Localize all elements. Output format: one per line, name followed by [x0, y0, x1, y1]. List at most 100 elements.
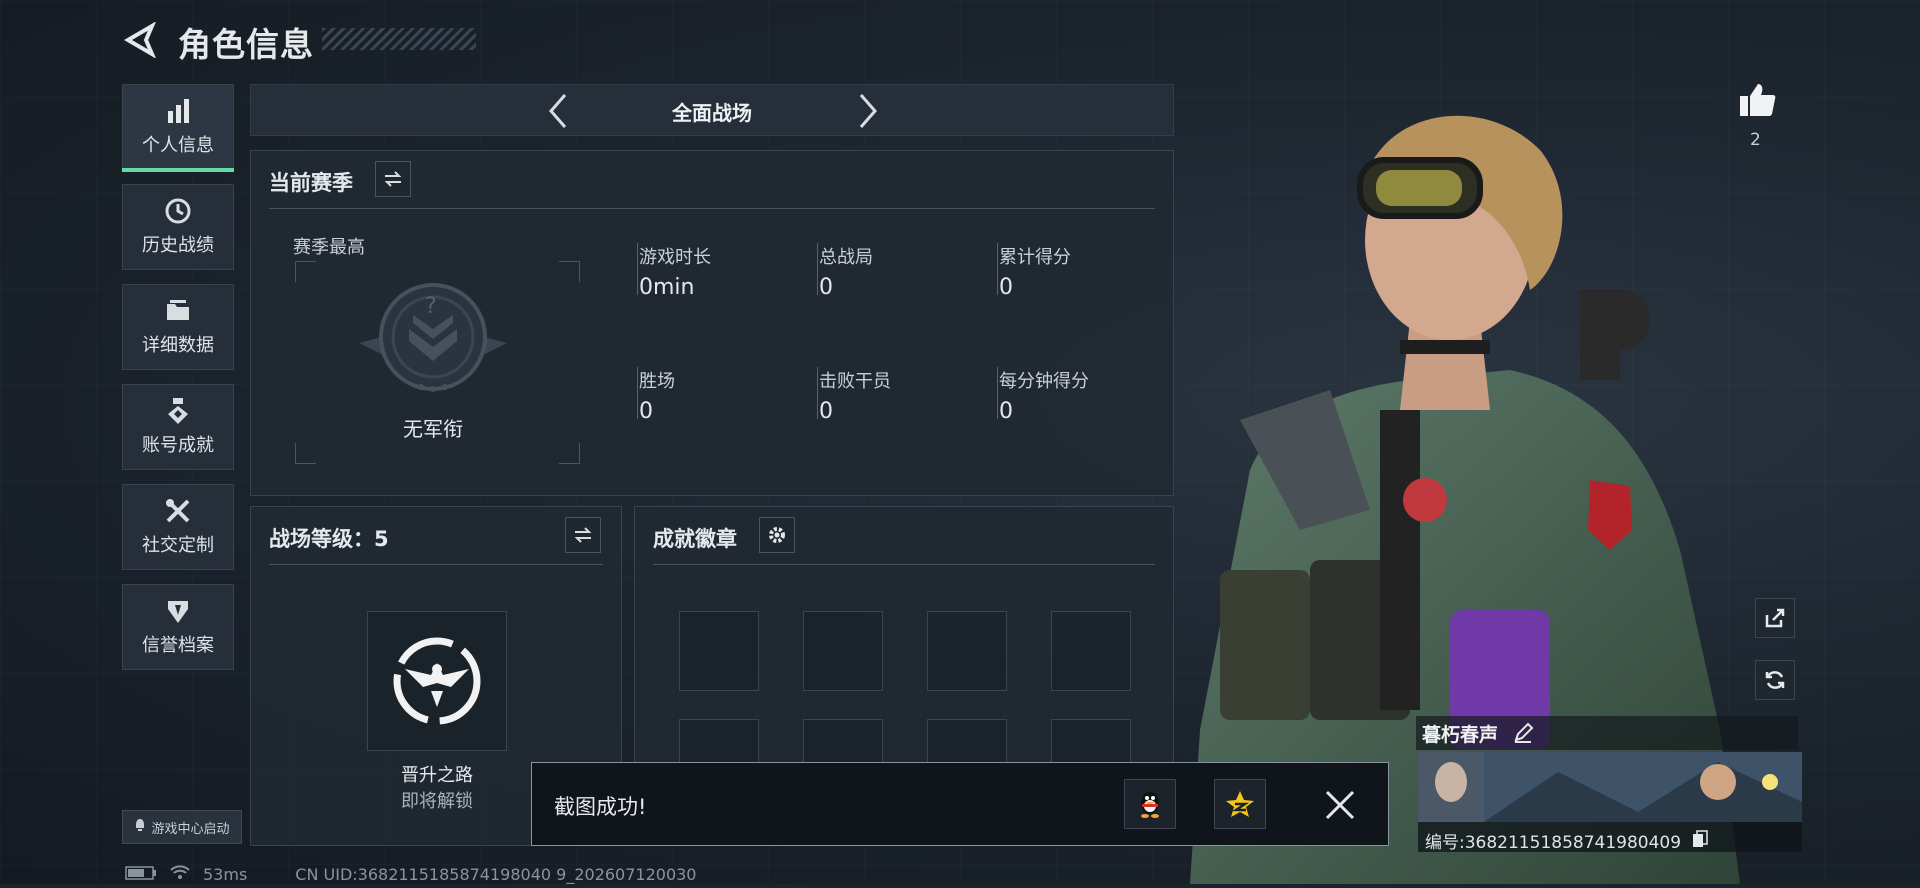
bar-chart-icon [164, 97, 192, 125]
frame-corner [559, 261, 580, 282]
game-center-button[interactable]: 游戏中心启动 [122, 810, 242, 844]
badge-slot[interactable] [803, 611, 883, 691]
copy-uid-button[interactable] [1692, 830, 1708, 852]
stat-label-score-per-min: 每分钟得分 [999, 371, 1089, 392]
stat-divider [997, 367, 998, 419]
badge-slot[interactable] [1051, 611, 1131, 691]
sidebar-item-detailed-data[interactable]: 详细数据 [122, 284, 234, 370]
divider [269, 208, 1155, 209]
back-arrow-icon [124, 21, 157, 59]
frame-corner [295, 443, 316, 464]
share-button[interactable] [1755, 598, 1795, 638]
current-season-panel: 当前赛季 赛季最高 ? 无军衔 游戏时长 0min 总战局 0 累计得分 0 胜… [250, 150, 1174, 496]
sidebar-item-reputation[interactable]: 信誉档案 [122, 584, 234, 670]
page-title: 角色信息 [178, 25, 314, 64]
rank-emblem-icon: ? [355, 277, 511, 401]
achievements-settings-button[interactable] [759, 517, 795, 553]
frame-corner [559, 443, 580, 464]
swap-arrows-icon [384, 171, 402, 187]
stat-divider [997, 243, 998, 295]
emblem-title: 晋升之路 [401, 765, 473, 786]
qzone-star-icon [1226, 791, 1254, 817]
player-name: 暮朽春声 [1422, 724, 1499, 746]
name-card-banner[interactable] [1418, 752, 1802, 822]
player-uid: 编号:3682115185874198040​9 [1425, 833, 1682, 853]
like-count: 2 [1750, 130, 1761, 150]
share-qzone-button[interactable] [1214, 779, 1266, 829]
divider [653, 564, 1155, 565]
pencil-icon [1514, 722, 1534, 743]
season-title: 当前赛季 [269, 171, 353, 195]
chevron-right-icon [859, 94, 877, 128]
share-qq-button[interactable] [1124, 779, 1176, 829]
sidebar-item-personal-info[interactable]: 个人信息 [122, 84, 234, 170]
title-decoration [322, 28, 476, 50]
tools-icon [164, 497, 192, 525]
stat-divider [817, 367, 818, 419]
screenshot-toast: 截图成功! [531, 762, 1389, 846]
thumbs-up-icon [1740, 84, 1776, 116]
emblem-status: 即将解锁 [401, 791, 473, 812]
gear-icon [769, 527, 785, 543]
stat-divider [637, 243, 638, 295]
stat-value-matches: 0 [819, 275, 833, 300]
active-indicator [122, 168, 234, 172]
stat-label-matches: 总战局 [819, 247, 873, 268]
cn-uid-text: CN UID:3682115185874198040 9_20260712003… [295, 864, 697, 884]
stat-label-playtime: 游戏时长 [639, 247, 711, 268]
close-toast-button[interactable] [1324, 789, 1356, 821]
sidebar-item-label: 社交定制 [142, 535, 214, 556]
stat-divider [637, 367, 638, 419]
season-best-label: 赛季最高 [293, 237, 365, 258]
stat-value-score-per-min: 0 [999, 399, 1013, 424]
sidebar-item-history[interactable]: 历史战绩 [122, 184, 234, 270]
sidebar-item-label: 账号成就 [142, 435, 214, 456]
refresh-icon [1765, 671, 1785, 689]
badge-slot[interactable] [927, 611, 1007, 691]
toast-message: 截图成功! [554, 795, 647, 819]
stat-label-total-score: 累计得分 [999, 247, 1071, 268]
stat-value-kills: 0 [819, 399, 833, 424]
stat-label-wins: 胜场 [639, 371, 675, 392]
ping-value: 53ms [203, 864, 248, 884]
season-switch-button[interactable] [375, 161, 411, 197]
qq-penguin-icon [1141, 792, 1159, 818]
medal-icon [164, 397, 192, 425]
back-button[interactable] [122, 21, 158, 59]
folder-icon [164, 297, 192, 325]
shield-badge-icon [164, 597, 192, 625]
wifi-icon [169, 864, 191, 884]
close-icon [1325, 790, 1355, 820]
battlefield-level-title: 战场等级：5 [269, 527, 389, 551]
rank-name: 无军衔 [403, 417, 463, 441]
game-center-label: 游戏中心启动 [151, 821, 230, 837]
bell-icon [134, 818, 146, 836]
sidebar-item-social[interactable]: 社交定制 [122, 484, 234, 570]
achievements-title: 成就徽章 [653, 527, 737, 551]
frame-corner [295, 261, 316, 282]
next-mode-button[interactable] [849, 91, 885, 131]
eagle-emblem-icon [367, 611, 507, 751]
copy-icon [1693, 830, 1708, 847]
swap-arrows-icon [574, 527, 592, 543]
clock-history-icon [164, 197, 192, 225]
mode-selector: 全面战场 [250, 84, 1174, 136]
stat-label-kills: 击败干员 [819, 371, 891, 392]
svg-text:?: ? [425, 294, 437, 319]
battery-icon [125, 865, 157, 884]
like-button[interactable] [1738, 80, 1778, 120]
refresh-button[interactable] [1755, 660, 1795, 700]
sidebar-item-label: 个人信息 [142, 135, 214, 156]
stat-value-total-score: 0 [999, 275, 1013, 300]
edit-name-button[interactable] [1512, 722, 1534, 748]
sidebar-item-label: 详细数据 [142, 335, 214, 356]
sidebar-item-achievements[interactable]: 账号成就 [122, 384, 234, 470]
battlefield-switch-button[interactable] [565, 517, 601, 553]
divider [269, 564, 603, 565]
stat-value-playtime: 0min [639, 275, 695, 300]
status-bar: 53ms CN UID:3682115185874198040 9_202607… [125, 864, 696, 884]
mode-label: 全面战场 [672, 101, 752, 125]
stat-value-wins: 0 [639, 399, 653, 424]
share-icon [1765, 608, 1785, 628]
badge-slot[interactable] [679, 611, 759, 691]
